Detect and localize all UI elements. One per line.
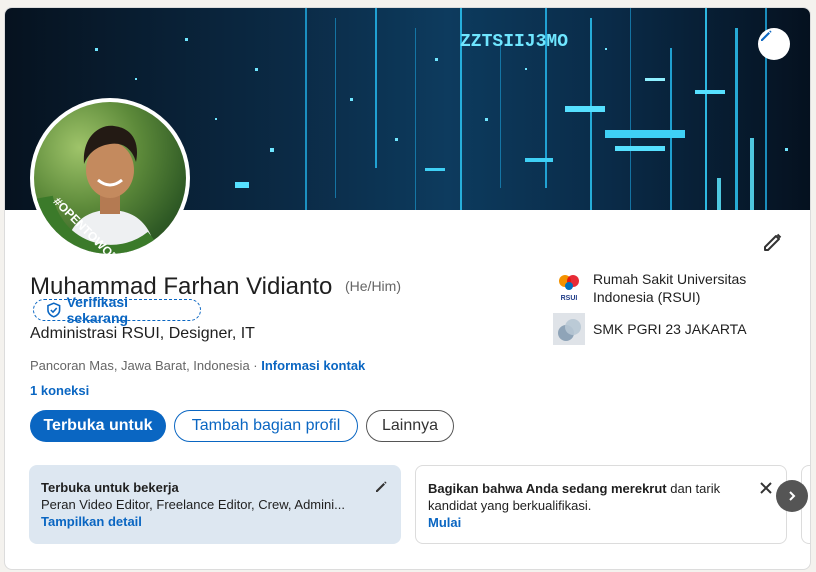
verify-label: Verifikasi sekarang — [66, 294, 129, 326]
org-item-rsui[interactable]: RSUI Rumah Sakit Universitas Indonesia (… — [553, 270, 773, 306]
rsui-logo-text: RSUI — [561, 295, 578, 302]
carousel-next-button[interactable] — [776, 480, 808, 512]
open-to-button[interactable]: Terbuka untuk — [30, 410, 166, 442]
contact-info-link[interactable]: Informasi kontak — [261, 358, 365, 373]
rsui-logo: RSUI — [553, 270, 585, 302]
profile-location-row: Pancoran Mas, Jawa Barat, Indonesia · In… — [30, 358, 365, 373]
shield-check-icon — [47, 302, 61, 318]
edit-open-to-work-button[interactable] — [373, 479, 389, 495]
close-button[interactable] — [758, 480, 774, 496]
start-link[interactable]: Mulai — [428, 514, 774, 531]
hiring-text-bold: Bagikan bahwa Anda sedang merekrut — [428, 481, 667, 496]
org-name: Rumah Sakit Universitas Indonesia (RSUI) — [593, 271, 747, 305]
hiring-panel[interactable]: Bagikan bahwa Anda sedang merekrut dan t… — [415, 465, 787, 544]
connections-link[interactable]: 1 koneksi — [30, 383, 89, 398]
location-separator: · — [249, 358, 262, 373]
open-to-work-roles: Peran Video Editor, Freelance Editor, Cr… — [41, 497, 345, 512]
edit-profile-button[interactable] — [761, 230, 785, 254]
hiring-text: Bagikan bahwa Anda sedang merekrut dan t… — [428, 480, 748, 514]
show-details-link[interactable]: Tampilkan detail — [41, 513, 389, 530]
add-profile-section-button[interactable]: Tambah bagian profil — [174, 410, 358, 442]
org-item-smk[interactable]: SMK PGRI 23 JAKARTA — [553, 313, 773, 345]
profile-card: ZZTSIIJ3MO #OPENTOWORK Muhammad Farhan V… — [4, 7, 811, 570]
pencil-icon — [376, 481, 387, 492]
close-icon — [760, 482, 772, 494]
profile-headline: Administrasi RSUI, Designer, IT — [30, 325, 255, 342]
org-name: SMK PGRI 23 JAKARTA — [593, 321, 747, 337]
profile-pronouns: (He/Him) — [345, 278, 401, 294]
edit-banner-button[interactable] — [758, 28, 790, 60]
chevron-right-icon — [789, 491, 796, 501]
avatar: #OPENTOWORK — [34, 102, 186, 254]
profile-photo[interactable]: #OPENTOWORK — [30, 98, 190, 258]
more-button[interactable]: Lainnya — [366, 410, 454, 442]
pencil-icon — [764, 233, 782, 251]
verify-now-button[interactable]: Verifikasi sekarang — [33, 294, 201, 326]
panel-title: Terbuka untuk bekerja — [41, 480, 179, 495]
pencil-icon — [761, 30, 772, 41]
open-to-work-panel[interactable]: Terbuka untuk bekerja Peran Video Editor… — [29, 465, 401, 544]
profile-location: Pancoran Mas, Jawa Barat, Indonesia — [30, 358, 250, 373]
school-logo — [553, 313, 585, 345]
banner-code-text: ZZTSIIJ3MO — [460, 32, 568, 52]
